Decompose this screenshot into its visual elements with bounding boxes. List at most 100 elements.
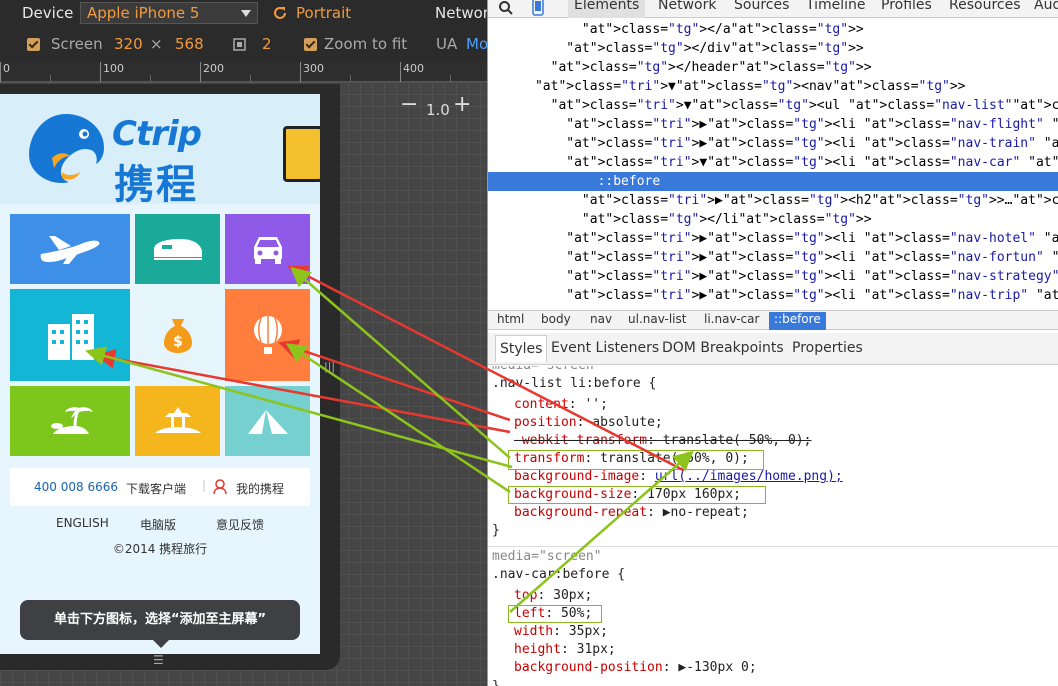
css-property-value: 31px; (576, 642, 616, 657)
annotation-box (508, 486, 766, 504)
nav-strategy[interactable] (225, 289, 310, 381)
css-declaration[interactable]: background-image: url(../images/home.png… (514, 468, 843, 486)
breadcrumb-item[interactable]: body (541, 312, 571, 326)
dom-node-line[interactable]: "at">class="tri">▼"at">class="tg"><nav"a… (488, 77, 1058, 96)
css-declaration[interactable]: width: 35px; (514, 623, 608, 641)
desktop-version-link[interactable]: 电脑版 (140, 516, 176, 533)
search-icon[interactable] (498, 0, 514, 16)
zoom-in-button[interactable]: + (453, 92, 471, 117)
dom-node-line[interactable]: "at">class="tg"></a"at">class="tg">> (488, 20, 1058, 39)
zoom-value: 1.0 (426, 101, 450, 119)
tab-sources[interactable]: Sources (734, 0, 789, 13)
tab-network[interactable]: Network (658, 0, 716, 13)
dom-node-line[interactable]: "at">class="tri">▶"at">class="tg"><li "a… (488, 267, 1058, 286)
device-label: Device (22, 4, 74, 22)
nav-hotel[interactable] (10, 289, 130, 381)
island-icon (51, 407, 93, 434)
emulation-panel: Device Apple iPhone 5 Portrait Network S… (0, 0, 487, 686)
ruler-label: 200 (203, 62, 224, 75)
tab-dom-breakpoints[interactable]: DOM Breakpoints (662, 340, 784, 356)
tab-properties[interactable]: Properties (792, 340, 863, 356)
copyright: ©2014 携程旅行 (112, 542, 208, 556)
resize-handle-icon[interactable]: ☰ (153, 654, 165, 666)
phone-number-link[interactable]: 400 008 6666 (34, 480, 118, 494)
device-mode-icon[interactable] (532, 0, 544, 16)
dom-node-line[interactable]: ::before (488, 172, 1058, 191)
breadcrumb: html body nav ul.nav-list li.nav-car ::b… (488, 310, 1058, 330)
css-declaration-overridden[interactable]: -webkit-transform: translate(-50%, 0); (514, 432, 811, 450)
screen-width-input[interactable]: 320 (114, 35, 143, 53)
nav-trip[interactable] (10, 386, 130, 456)
nav-car[interactable] (225, 214, 310, 284)
dom-node-line[interactable]: "at">class="tg"></li"at">class="tg">> (488, 210, 1058, 229)
ruler-label: 300 (303, 62, 324, 75)
my-ctrip-link[interactable]: 我的携程 (236, 480, 284, 497)
css-declaration[interactable]: content: ''; (514, 396, 608, 414)
download-client-link[interactable]: 下载客户端 (126, 480, 186, 497)
dom-node-line[interactable]: "at">class="tri">▶"at">class="tg"><li "a… (488, 134, 1058, 153)
ruler-tick (350, 75, 351, 82)
tab-event-listeners[interactable]: Event Listeners (551, 340, 659, 356)
devtools-toolbar: Elements Network Sources Timeline Profil… (488, 0, 1058, 18)
css-property-value: ''; (584, 397, 608, 412)
rotate-icon[interactable] (272, 5, 288, 21)
breadcrumb-item[interactable]: li.nav-car (704, 312, 759, 326)
zoom-out-button[interactable]: − (400, 92, 418, 117)
ruler-tick (450, 75, 451, 82)
train-icon (153, 239, 202, 260)
breadcrumb-item-active[interactable]: ::before (769, 312, 826, 330)
css-declaration[interactable]: position: absolute; (514, 414, 663, 432)
nav-train[interactable] (135, 214, 220, 284)
dom-node-line[interactable]: "at">class="tri">▶"at">class="tg"><li "a… (488, 286, 1058, 305)
tab-timeline[interactable]: Timeline (806, 0, 866, 13)
breadcrumb-item[interactable]: ul.nav-list (628, 312, 686, 326)
resize-handle-vertical[interactable]: ||| (324, 360, 335, 376)
feedback-link[interactable]: 意见反馈 (216, 516, 264, 533)
pavilion-icon (154, 407, 201, 433)
tab-styles[interactable]: Styles (495, 335, 548, 362)
nav-gallery[interactable] (135, 386, 220, 456)
dom-node-line[interactable]: "at">class="tri">▶"at">class="tg"><li "a… (488, 248, 1058, 267)
ua-input[interactable]: Mo (466, 35, 487, 53)
ruler-label: 400 (403, 62, 424, 75)
css-selector[interactable]: .nav-list li:before { (492, 375, 656, 393)
dpr-input[interactable]: 2 (262, 35, 272, 53)
css-declaration[interactable]: background-position: ▶-130px 0; (514, 659, 757, 677)
screen-height-input[interactable]: 568 (175, 35, 204, 53)
dom-node-line[interactable]: "at">class="tg"></div"at">class="tg">> (488, 39, 1058, 58)
nav-camping[interactable] (225, 386, 310, 456)
css-selector[interactable]: .nav-car:before { (492, 566, 625, 584)
css-declaration[interactable]: background-repeat: ▶no-repeat; (514, 504, 749, 522)
screen-checkbox[interactable] (27, 38, 40, 51)
logo-text-cn: 携程 (114, 162, 198, 208)
ruler-tick (200, 62, 201, 82)
ruler-tick (150, 75, 151, 82)
orientation-toggle[interactable]: Portrait (296, 4, 351, 22)
nav-flight[interactable] (10, 214, 130, 284)
tab-profiles[interactable]: Profiles (881, 0, 932, 13)
contact-bar: 400 008 6666 下载客户端 | 我的携程 (10, 468, 310, 506)
dom-node-line[interactable]: "at">class="tri">▶"at">class="tg"><li "a… (488, 229, 1058, 248)
breadcrumb-item[interactable]: html (497, 312, 524, 326)
css-property-value: 30px; (553, 588, 593, 603)
dom-node-line[interactable]: "at">class="tri">▼"at">class="tg"><ul "a… (488, 96, 1058, 115)
css-declaration[interactable]: height: 31px; (514, 641, 616, 659)
dom-tree: "at">class="tg"></a"at">class="tg">> "at… (488, 20, 1058, 310)
device-select[interactable]: Apple iPhone 5 (80, 2, 258, 24)
english-link[interactable]: ENGLISH (56, 516, 109, 530)
dom-node-line[interactable]: "at">class="tri">▶"at">class="tg"><h2"at… (488, 191, 1058, 210)
css-property-value: 35px; (568, 624, 608, 639)
tab-resources[interactable]: Resources (949, 0, 1021, 13)
promo-banner[interactable] (283, 126, 320, 182)
ua-label: UA (436, 35, 458, 53)
zoom-to-fit-checkbox[interactable] (304, 38, 317, 51)
breadcrumb-item[interactable]: nav (590, 312, 612, 326)
nav-fortune[interactable]: $ (135, 289, 220, 381)
dom-node-line[interactable]: "at">class="tri">▼"at">class="tg"><li "a… (488, 153, 1058, 172)
dom-node-line[interactable]: "at">class="tg"></header"at">class="tg">… (488, 58, 1058, 77)
dom-node-line[interactable]: "at">class="tri">▶"at">class="tg"><li "a… (488, 115, 1058, 134)
tab-audits[interactable]: Aud (1034, 0, 1058, 13)
css-declaration[interactable]: top: 30px; (514, 587, 592, 605)
tab-elements[interactable]: Elements (568, 0, 646, 18)
css-property-value[interactable]: url(../images/home.png); (655, 469, 843, 484)
